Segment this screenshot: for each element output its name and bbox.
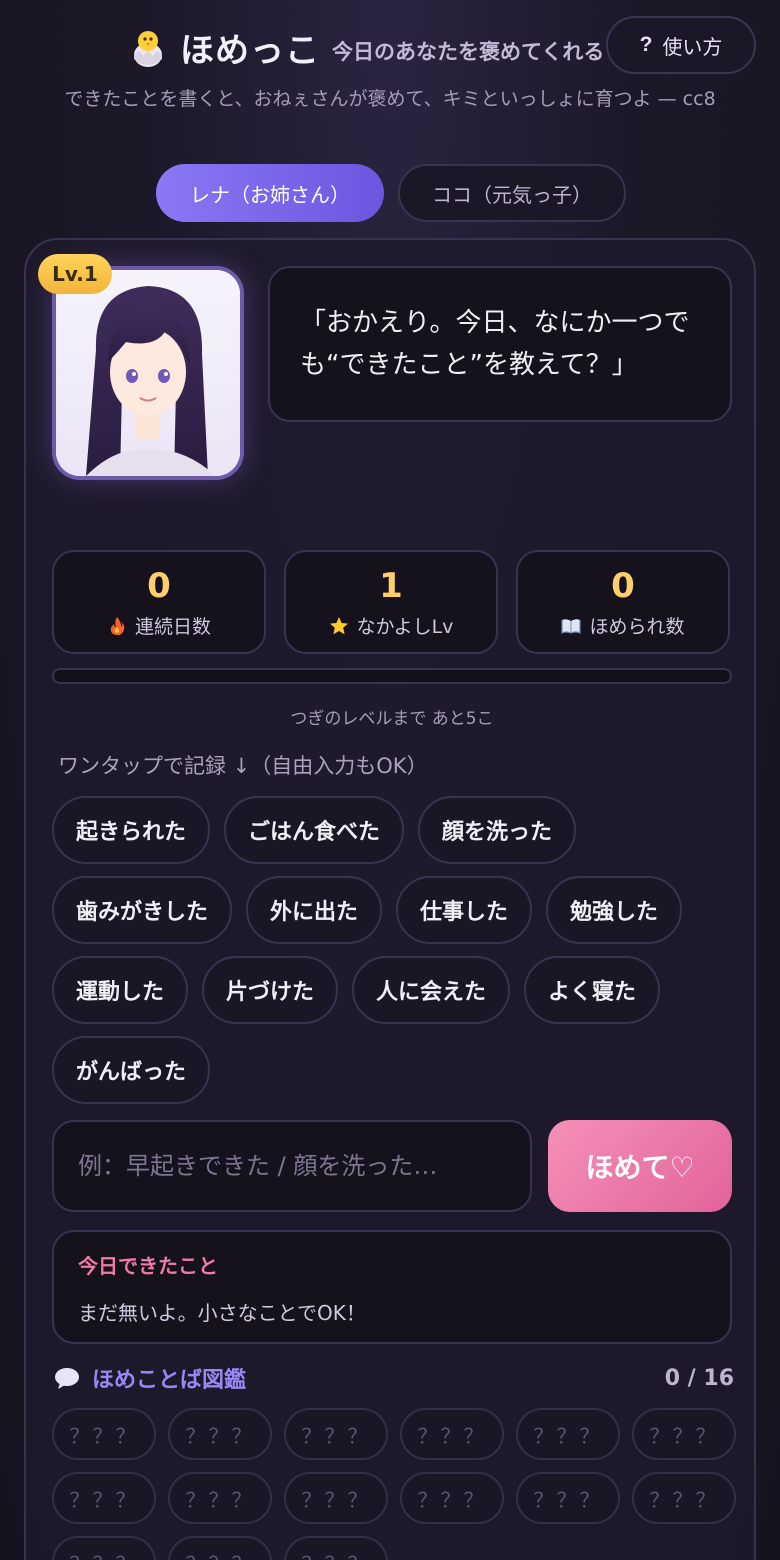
dex-item-locked: ？？？: [632, 1472, 736, 1524]
character-tabs: レナ（お姉さん） ココ（元気っ子）: [156, 164, 626, 222]
quick-record-label: ワンタップで記録 ↓（自由入力もOK）: [58, 754, 428, 778]
stat-friendship-label: なかよしLv: [356, 616, 454, 638]
dex-item-locked: ？？？: [632, 1408, 736, 1460]
praise-button[interactable]: ほめて♡: [548, 1120, 732, 1212]
dex-item-locked: ？？？: [284, 1472, 388, 1524]
hatching-chick-icon: [134, 31, 162, 67]
today-done-title: 今日できたこと: [78, 1254, 218, 1278]
stat-streak: 0 連続日数: [52, 550, 266, 654]
stat-streak-value: 0: [147, 566, 171, 606]
dex-item-locked: ？？？: [52, 1536, 156, 1560]
stat-praised-label: ほめられ数: [589, 616, 685, 638]
praise-dex-grid: ？？？？？？？？？？？？？？？？？？？？？？？？？？？？？？？？？？？？？？？？…: [52, 1408, 742, 1560]
chip-slept-well[interactable]: よく寝た: [524, 956, 661, 1024]
character-portrait: [56, 270, 240, 476]
header: ほめっこ 今日のあなたを褒めてくれる ? 使い方 できたことを書くと、おねぇさん…: [0, 0, 780, 160]
dex-item-locked: ？？？: [52, 1472, 156, 1524]
chip-did-best[interactable]: がんばった: [52, 1036, 211, 1104]
chip-exercised[interactable]: 運動した: [52, 956, 189, 1024]
dex-item-locked: ？？？: [284, 1408, 388, 1460]
praise-dex-header: ほめことば図鑑 0 / 16: [54, 1362, 734, 1394]
help-button[interactable]: ? 使い方: [606, 16, 756, 74]
dex-item-locked: ？？？: [400, 1472, 504, 1524]
praise-dex-title: ほめことば図鑑: [92, 1368, 247, 1393]
today-done-body: まだ無いよ。小さなことでOK！: [78, 1301, 366, 1325]
dex-item-locked: ？？？: [168, 1472, 272, 1524]
speech-bubble-icon: [55, 1368, 79, 1389]
achievement-input[interactable]: [52, 1120, 532, 1212]
book-icon: [561, 618, 582, 634]
dex-item-locked: ？？？: [52, 1408, 156, 1460]
dex-item-locked: ？？？: [168, 1408, 272, 1460]
question-icon: ?: [639, 33, 653, 56]
chip-went-outside[interactable]: 外に出た: [246, 876, 383, 944]
fire-icon: [110, 616, 125, 635]
chip-ate-meal[interactable]: ごはん食べた: [224, 796, 405, 864]
title-row: ほめっこ 今日のあなたを褒めてくれる: [128, 22, 604, 72]
stat-friendship: 1 なかよしLv: [284, 550, 498, 654]
next-level-text: つぎのレベルまで あと5こ: [290, 709, 494, 729]
level-progress-bar: [52, 668, 732, 684]
chip-tidied[interactable]: 片づけた: [202, 956, 339, 1024]
chip-studied[interactable]: 勉強した: [546, 876, 683, 944]
tab-rena[interactable]: レナ（お姉さん）: [156, 164, 384, 222]
level-badge: Lv.1: [38, 254, 112, 294]
input-row: ほめて♡: [52, 1120, 732, 1212]
tab-coco[interactable]: ココ（元気っ子）: [398, 164, 626, 222]
dex-item-locked: ？？？: [284, 1536, 388, 1560]
chip-worked[interactable]: 仕事した: [396, 876, 533, 944]
dex-item-locked: ？？？: [168, 1536, 272, 1560]
speech-bubble: 「おかえり。今日、なにか一つでも“できたこと”を教えて？」: [268, 266, 732, 422]
subtitle: できたことを書くと、おねぇさんが褒めて、キミといっしょに育つよ — cc8: [64, 88, 716, 110]
stat-streak-label: 連続日数: [134, 616, 211, 638]
chip-washed-face[interactable]: 顔を洗った: [418, 796, 577, 864]
stat-praised: 0 ほめられ数: [516, 550, 730, 654]
main-card: Lv.1 「おかえり。今日、なにか一つでも“できたこと”を教えて？」 0 連続日…: [24, 238, 756, 1560]
praise-dex-count: 0 / 16: [664, 1365, 734, 1391]
dex-item-locked: ？？？: [516, 1472, 620, 1524]
chip-brushed-teeth[interactable]: 歯みがきした: [52, 876, 233, 944]
today-done-panel: 今日できたこと まだ無いよ。小さなことでOK！: [52, 1230, 732, 1344]
dex-item-locked: ？？？: [516, 1408, 620, 1460]
stats-row: 0 連続日数 1 なかよしLv 0 ほめられ数: [52, 550, 730, 654]
star-icon: [329, 616, 348, 634]
app-title: ほめっこ: [180, 30, 320, 71]
dex-item-locked: ？？？: [400, 1408, 504, 1460]
help-label: 使い方: [662, 36, 723, 59]
stat-friendship-value: 1: [379, 566, 403, 606]
stat-praised-value: 0: [611, 566, 635, 606]
character-avatar: [52, 266, 244, 480]
chip-met-someone[interactable]: 人に会えた: [352, 956, 511, 1024]
quick-record-chips: 起きられた ごはん食べた 顔を洗った 歯みがきした 外に出た 仕事した 勉強した…: [52, 796, 742, 1104]
app-tagline: 今日のあなたを褒めてくれる: [332, 40, 605, 64]
chip-woke-up[interactable]: 起きられた: [52, 796, 211, 864]
